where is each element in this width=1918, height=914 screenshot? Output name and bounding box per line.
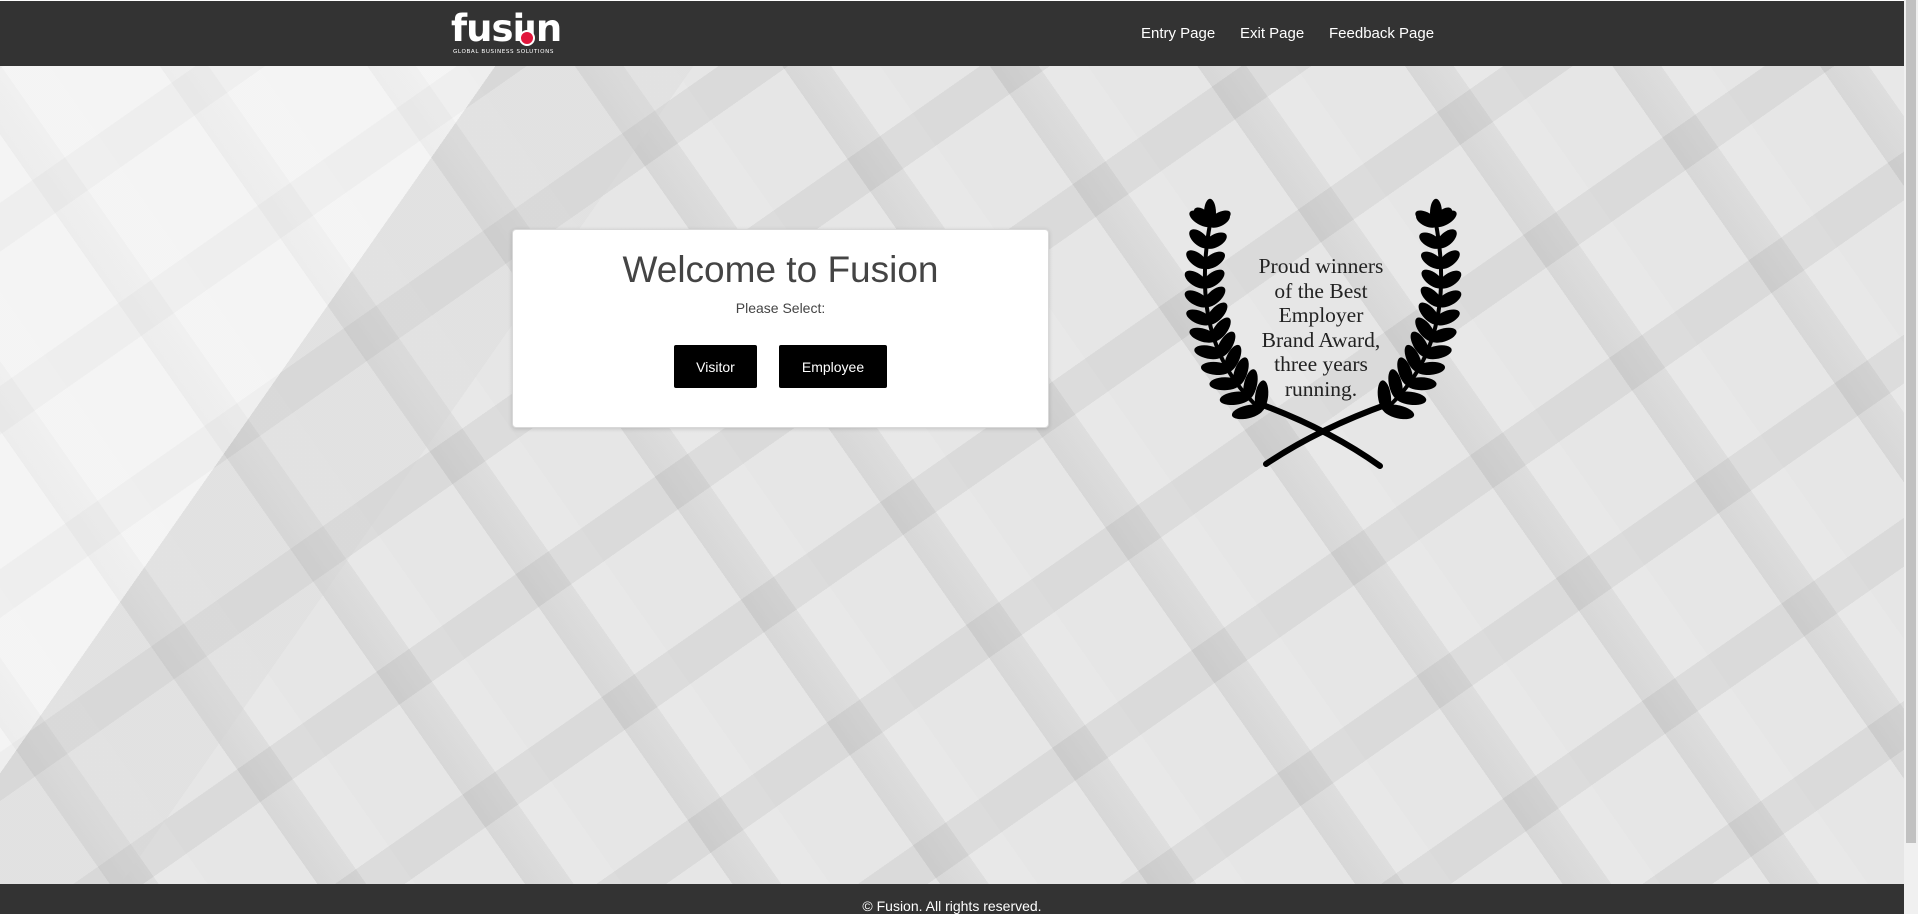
- geometric-background: Welcome to Fusion Please Select: Visitor…: [0, 66, 1904, 884]
- logo-tagline: GLOBAL BUSINESS SOLUTIONS: [453, 49, 555, 55]
- vertical-scrollbar[interactable]: [1904, 0, 1918, 914]
- employee-button[interactable]: Employee: [779, 345, 887, 388]
- award-line: three years: [1274, 352, 1368, 376]
- nav-link-entry-page[interactable]: Entry Page: [1141, 25, 1215, 45]
- award-text: Proud winners of the Best Employer Brand…: [1246, 254, 1396, 401]
- award-line: Brand Award,: [1261, 327, 1381, 352]
- nav-link-feedback-page[interactable]: Feedback Page: [1329, 25, 1434, 45]
- page: fusiın GLOBAL BUSINESS SOLUTIONS Entry P…: [0, 0, 1904, 914]
- visitor-button[interactable]: Visitor: [674, 345, 757, 388]
- award-badge: Proud winners of the Best Employer Brand…: [1148, 194, 1500, 484]
- award-line: running.: [1284, 376, 1358, 401]
- copyright-text: © Fusion. All rights reserved.: [862, 898, 1042, 914]
- top-navbar: fusiın GLOBAL BUSINESS SOLUTIONS Entry P…: [0, 1, 1904, 66]
- nav-link-exit-page[interactable]: Exit Page: [1240, 25, 1304, 45]
- welcome-title: Welcome to Fusion: [622, 249, 939, 290]
- logo-red-dot-icon: [519, 30, 535, 46]
- laurel-leaf: [1209, 377, 1240, 391]
- logo-wordmark: fusiın: [451, 7, 562, 50]
- fusion-logo[interactable]: fusiın GLOBAL BUSINESS SOLUTIONS: [451, 9, 563, 57]
- footer: © Fusion. All rights reserved.: [0, 884, 1904, 914]
- award-line: Proud winners: [1258, 254, 1384, 278]
- welcome-card: Welcome to Fusion Please Select: Visitor…: [512, 229, 1049, 428]
- select-prompt: Please Select:: [735, 300, 826, 316]
- award-line: of the Best: [1274, 278, 1368, 303]
- scrollbar-thumb[interactable]: [1906, 0, 1916, 843]
- award-line: Employer: [1278, 303, 1364, 327]
